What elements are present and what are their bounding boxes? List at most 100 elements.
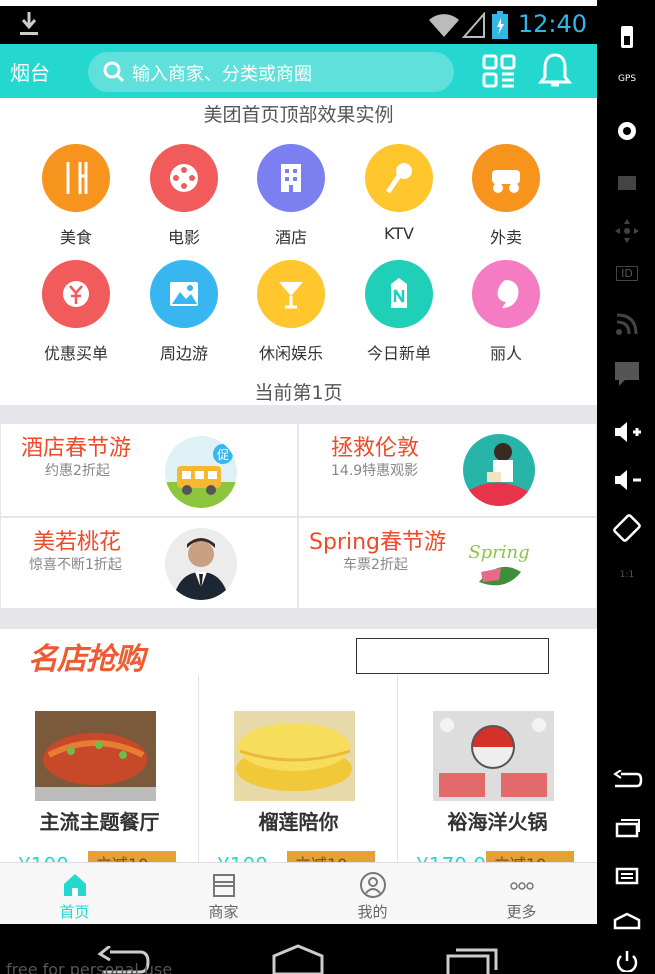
category-label: 酒店: [274, 228, 307, 247]
promo-card-movie[interactable]: 拯救伦敦 14.9特惠观影: [298, 423, 597, 517]
recents-side-icon[interactable]: [607, 818, 647, 838]
tab-label: 我的: [357, 903, 388, 921]
volume-down-icon[interactable]: [607, 468, 647, 492]
city-selector[interactable]: 烟台: [10, 57, 50, 86]
id-label: ID: [621, 267, 633, 280]
promo-card-spring[interactable]: Spring春节游 车票2折起 Spring: [298, 517, 597, 609]
shop-image-hotpot: [433, 711, 554, 801]
promo-card-peach[interactable]: 美若桃花 惊喜不断1折起: [0, 517, 298, 609]
category-label: 今日新单: [366, 344, 431, 363]
scale-button[interactable]: 1:1: [607, 570, 647, 580]
category-leisure[interactable]: 休闲娱乐: [241, 260, 341, 364]
actor-illustration: [173, 538, 229, 600]
category-discount[interactable]: 优惠买单: [26, 260, 126, 364]
ratio-label: 1:1: [619, 570, 635, 580]
food-icon: [66, 162, 88, 194]
category-label: 周边游: [159, 344, 208, 363]
video-icon[interactable]: [607, 170, 647, 192]
category-newdeal[interactable]: 今日新单: [349, 260, 449, 364]
category-label: 电影: [167, 228, 200, 247]
camera-icon[interactable]: [607, 120, 647, 142]
category-label: 休闲娱乐: [258, 344, 323, 363]
volume-up-icon[interactable]: [607, 420, 647, 444]
category-icon-circle: [365, 260, 433, 328]
promo-subtitle: 14.9特惠观影: [331, 463, 419, 479]
promo-title: 酒店春节游: [21, 436, 132, 461]
menu-side-icon[interactable]: [607, 866, 647, 886]
gps-label: GPS: [617, 74, 637, 84]
promo-subtitle: 惊喜不断1折起: [29, 557, 122, 573]
movie-icon: [170, 164, 198, 192]
home-side-icon[interactable]: [607, 912, 647, 932]
category-icon-circle: [257, 144, 325, 212]
tab-label: 商家: [208, 903, 239, 921]
shop-card[interactable]: 裕海洋火锅 ¥170.0 立减10: [398, 675, 597, 877]
sms-icon[interactable]: [607, 360, 647, 386]
home-nav-icon[interactable]: [270, 944, 326, 974]
tab-more[interactable]: 更多: [447, 871, 596, 922]
category-beauty[interactable]: 丽人: [456, 260, 556, 364]
category-icon-circle: [365, 144, 433, 212]
category-label: 优惠买单: [43, 344, 108, 363]
category-takeout[interactable]: 外卖: [456, 144, 556, 248]
recents-icon[interactable]: [444, 946, 500, 974]
category-label: KTV: [384, 224, 414, 243]
category-movie[interactable]: 电影: [134, 144, 234, 248]
shop-image-fish: [35, 711, 156, 801]
phone-screen: 12:40 烟台 输入商家、分类或商圈 美团首页顶部效果实例 美食 电影 酒店 KTV…: [0, 0, 597, 974]
dpad-icon[interactable]: [607, 218, 647, 244]
home-icon: [63, 874, 86, 896]
signal-icon: [462, 12, 485, 38]
gps-button[interactable]: GPS: [607, 74, 647, 84]
search-input[interactable]: 输入商家、分类或商圈: [88, 52, 454, 92]
category-icon-circle: [472, 260, 540, 328]
wifi-icon: [429, 14, 459, 38]
status-bar: 12:40: [0, 6, 597, 44]
category-travel[interactable]: 周边游: [134, 260, 234, 364]
search-placeholder: 输入商家、分类或商圈: [132, 64, 312, 85]
device-id-button[interactable]: ID: [616, 266, 638, 281]
category-label: 美食: [59, 228, 92, 247]
promo-image-reader: [463, 434, 535, 506]
promo-image-actor: [165, 528, 237, 600]
back-side-icon[interactable]: [607, 770, 647, 790]
bus-illustration: 促: [165, 444, 237, 508]
promo-image-spring: Spring: [463, 528, 535, 600]
emulator-side-panel: GPS ID 1:1: [597, 0, 655, 974]
rss-icon[interactable]: [607, 312, 647, 336]
promo-subtitle: 车票2折起: [343, 557, 408, 573]
spring-sale-logo: Spring: [468, 542, 530, 586]
tab-home[interactable]: 首页: [0, 871, 149, 922]
battery-icon: [492, 11, 508, 39]
power-icon[interactable]: [607, 950, 647, 972]
travel-icon: [170, 282, 198, 306]
category-icon-circle: [150, 260, 218, 328]
tab-label: 更多: [506, 903, 537, 921]
rotate-icon[interactable]: [607, 514, 647, 542]
clock: 12:40: [517, 10, 587, 38]
tab-profile[interactable]: 我的: [298, 871, 447, 922]
section-divider: [0, 405, 597, 423]
countdown-box: [356, 638, 549, 674]
section-divider: [0, 609, 597, 629]
category-hotel[interactable]: 酒店: [241, 144, 341, 248]
shop-card[interactable]: 榴莲陪你 ¥100 立减10: [199, 675, 398, 877]
notification-bell-icon[interactable]: [538, 52, 572, 90]
ktv-icon: [385, 163, 412, 194]
battery-status-icon[interactable]: [607, 26, 647, 48]
bottom-tab-bar: 首页 商家 我的 更多: [0, 862, 597, 924]
discount-icon: [63, 281, 89, 307]
shop-image-crepe: [234, 711, 355, 801]
category-icon-circle: [42, 260, 110, 328]
promo-card-hotel[interactable]: 酒店春节游 约惠2折起 促: [0, 423, 298, 517]
promo-subtitle: 约惠2折起: [45, 463, 110, 479]
newdeal-icon: [391, 278, 407, 308]
scan-qr-icon[interactable]: [482, 54, 516, 88]
shop-icon: [212, 874, 235, 897]
category-ktv[interactable]: KTV: [349, 144, 449, 243]
category-food[interactable]: 美食: [26, 144, 126, 248]
tab-shop[interactable]: 商家: [149, 871, 298, 922]
shop-name: 主流主题餐厅: [39, 810, 160, 834]
shop-card[interactable]: 主流主题餐厅 ¥100 立减10: [0, 675, 199, 877]
promo-image-bus: 促: [165, 436, 237, 508]
